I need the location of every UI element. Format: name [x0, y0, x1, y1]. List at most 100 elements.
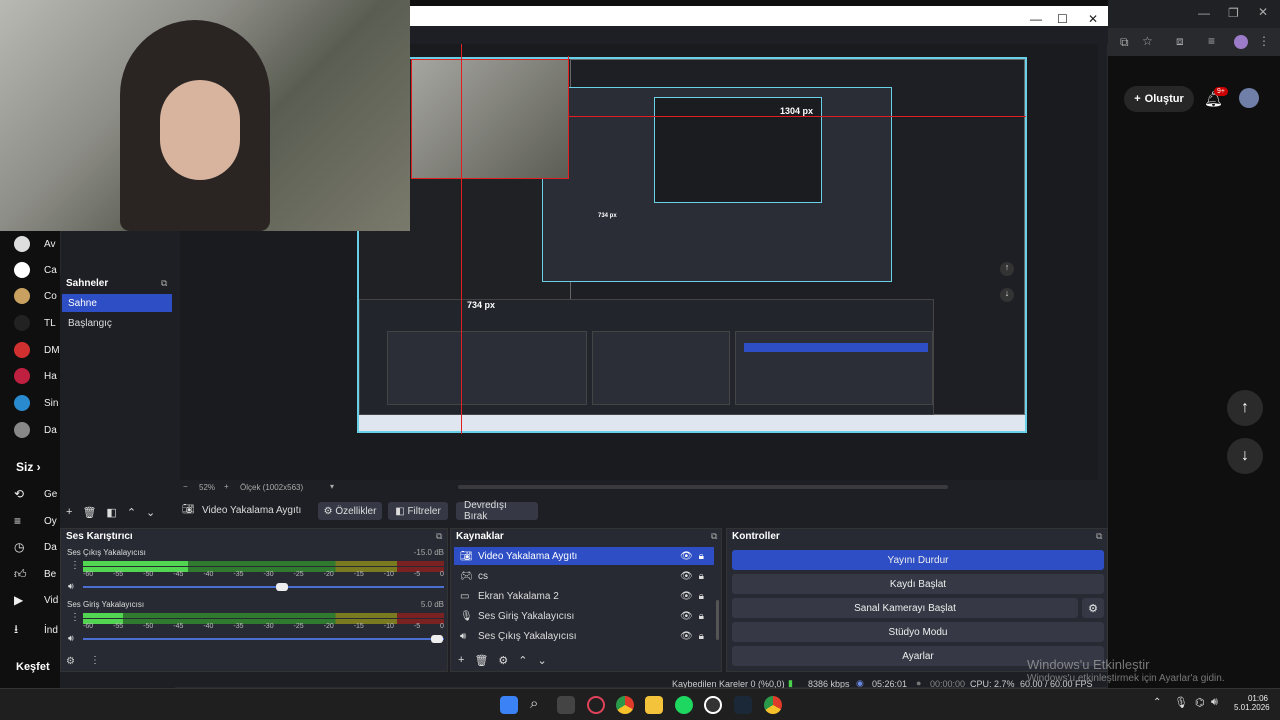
- start-icon[interactable]: [500, 696, 518, 714]
- lock-icon[interactable]: 🔒︎: [699, 631, 704, 642]
- trash-icon[interactable]: 🗑︎: [82, 506, 96, 519]
- preview-canvas[interactable]: [357, 57, 1027, 433]
- install-icon[interactable]: ⧉: [1120, 35, 1129, 50]
- lock-icon[interactable]: 🔒︎: [699, 591, 704, 602]
- account-avatar[interactable]: [1239, 88, 1259, 108]
- lock-icon[interactable]: 🔒︎: [699, 551, 704, 562]
- profile-avatar[interactable]: [1234, 35, 1248, 49]
- yt-subscription-item[interactable]: Da: [14, 422, 57, 438]
- yt-subscription-item[interactable]: TL: [14, 315, 56, 331]
- task-view-icon[interactable]: [557, 696, 575, 714]
- volume-knob[interactable]: [430, 635, 443, 643]
- volume-slider[interactable]: [83, 583, 444, 591]
- microphone-icon[interactable]: 🎙︎: [1174, 696, 1188, 709]
- volume-slider[interactable]: [83, 635, 444, 643]
- visibility-icon[interactable]: 👁︎: [680, 591, 693, 602]
- yt-you-item[interactable]: ▶ Vid: [14, 593, 58, 607]
- channel-menu-icon[interactable]: ⋮: [70, 612, 80, 623]
- add-icon[interactable]: +: [66, 506, 72, 519]
- visibility-icon[interactable]: 👁︎: [680, 571, 693, 582]
- source-item[interactable]: 🎮︎ cs 👁︎ 🔒︎: [454, 567, 714, 585]
- source-item[interactable]: 🎙︎ Ses Giriş Yakalayıcısı 👁︎ 🔒︎: [454, 607, 714, 625]
- yt-you-item[interactable]: 👍︎ Be: [14, 567, 56, 582]
- close-icon[interactable]: ✕: [1088, 12, 1098, 26]
- playlist-icon[interactable]: ≡: [1208, 34, 1215, 48]
- volume-knob[interactable]: [275, 583, 288, 591]
- extensions-icon[interactable]: ⧈: [1176, 34, 1184, 49]
- yt-subscription-item[interactable]: Av: [14, 236, 56, 252]
- scroll-down-icon[interactable]: ↓: [1227, 438, 1263, 474]
- mixer-settings-icon[interactable]: ⚙: [66, 656, 75, 667]
- create-button[interactable]: + Oluştur: [1124, 86, 1194, 112]
- minimize-icon[interactable]: —: [1198, 6, 1210, 20]
- filters-button[interactable]: ◧ Filtreler: [388, 502, 448, 520]
- lock-icon[interactable]: 🔒︎: [699, 571, 704, 582]
- yt-subscription-item[interactable]: Sin: [14, 395, 58, 411]
- move-up-icon[interactable]: ⌃: [518, 654, 527, 667]
- source-item[interactable]: 📷︎ Video Yakalama Aygıtı 👁︎ 🔒︎: [454, 547, 714, 565]
- wifi-icon[interactable]: ⌬: [1195, 696, 1205, 709]
- studio-mode-button[interactable]: Stüdyo Modu: [732, 622, 1104, 642]
- clock[interactable]: 01:06 5.01.2026: [1234, 694, 1270, 712]
- yt-you-item[interactable]: ⭳ İnd: [14, 620, 58, 641]
- folder-icon[interactable]: [645, 696, 663, 714]
- trash-icon[interactable]: 🗑︎: [474, 654, 488, 667]
- scene-item[interactable]: Başlangıç: [62, 314, 172, 332]
- speaker-icon[interactable]: 🔊︎: [68, 581, 74, 592]
- star-icon[interactable]: ☆: [1142, 34, 1153, 48]
- properties-button[interactable]: ⚙ Özellikler: [318, 502, 382, 520]
- obs-icon[interactable]: [704, 696, 722, 714]
- lock-icon[interactable]: 🔒︎: [699, 611, 704, 622]
- visibility-icon[interactable]: 👁︎: [680, 551, 693, 562]
- zoom-in-button[interactable]: +: [224, 482, 229, 491]
- add-icon[interactable]: +: [458, 654, 464, 667]
- yt-subscription-item[interactable]: Co: [14, 288, 57, 304]
- undock-icon[interactable]: ⧉: [1096, 531, 1102, 542]
- undock-icon[interactable]: ⧉: [436, 531, 442, 542]
- speaker-icon[interactable]: 🔊︎: [68, 633, 74, 644]
- chrome-icon[interactable]: [616, 696, 634, 714]
- close-icon[interactable]: ✕: [1258, 5, 1268, 19]
- maximize-icon[interactable]: ☐: [1057, 12, 1068, 26]
- search-icon[interactable]: ⌕: [530, 695, 538, 712]
- restore-icon[interactable]: ❐: [1228, 6, 1239, 20]
- horizontal-scrollbar[interactable]: [458, 485, 948, 489]
- scroll-up-icon[interactable]: ↑: [1227, 390, 1263, 426]
- channel-menu-icon[interactable]: ⋮: [70, 560, 80, 571]
- spotify-icon[interactable]: [675, 696, 693, 714]
- tray-overflow-icon[interactable]: ⌃: [1153, 697, 1161, 708]
- minimize-icon[interactable]: —: [1030, 12, 1042, 26]
- deactivate-button[interactable]: Devredışı Bırak: [456, 500, 538, 522]
- yt-subscription-item[interactable]: DM: [14, 342, 60, 358]
- volume-icon[interactable]: 🔊︎: [1211, 696, 1218, 709]
- yt-you-item[interactable]: ≡ Oy: [14, 514, 57, 528]
- source-item[interactable]: 🔊︎ Ses Çıkış Yakalayıcısı 👁︎ 🔒︎: [454, 627, 714, 645]
- scale-dropdown-icon[interactable]: ▾: [330, 482, 334, 491]
- stop-stream-button[interactable]: Yayını Durdur: [732, 550, 1104, 570]
- visibility-icon[interactable]: 👁︎: [680, 611, 693, 622]
- filter-icon[interactable]: ◧: [106, 506, 116, 519]
- move-up-icon[interactable]: ⌃: [127, 506, 136, 519]
- source-item[interactable]: ▭ Ekran Yakalama 2 👁︎ 🔒︎: [454, 587, 714, 605]
- gear-icon[interactable]: ⚙: [498, 654, 508, 667]
- start-virtual-camera-button[interactable]: Sanal Kamerayı Başlat: [732, 598, 1078, 618]
- scene-item[interactable]: Sahne: [62, 294, 172, 312]
- undock-icon[interactable]: ⧉: [711, 531, 717, 542]
- menu-icon[interactable]: ⋮: [1258, 34, 1270, 48]
- yt-you-item[interactable]: ◷ Da: [14, 540, 57, 554]
- virtual-camera-settings-icon[interactable]: ⚙: [1082, 598, 1104, 618]
- yt-you-item[interactable]: ⟲ Ge: [14, 487, 57, 501]
- undock-icon[interactable]: ⧉: [161, 278, 167, 289]
- chrome-profile-icon[interactable]: [764, 696, 782, 714]
- move-down-icon[interactable]: ⌄: [146, 506, 155, 519]
- opera-icon[interactable]: [587, 696, 605, 714]
- yt-subscription-item[interactable]: Ca: [14, 262, 57, 278]
- move-down-icon[interactable]: ⌄: [538, 654, 547, 667]
- mixer-menu-icon[interactable]: ⋮: [90, 655, 100, 666]
- steam-icon[interactable]: [734, 696, 752, 714]
- visibility-icon[interactable]: 👁︎: [680, 631, 693, 642]
- sources-scrollbar[interactable]: [716, 600, 719, 640]
- start-recording-button[interactable]: Kaydı Başlat: [732, 574, 1104, 594]
- you-section-title[interactable]: Siz ›: [16, 460, 41, 474]
- zoom-out-button[interactable]: −: [183, 482, 188, 491]
